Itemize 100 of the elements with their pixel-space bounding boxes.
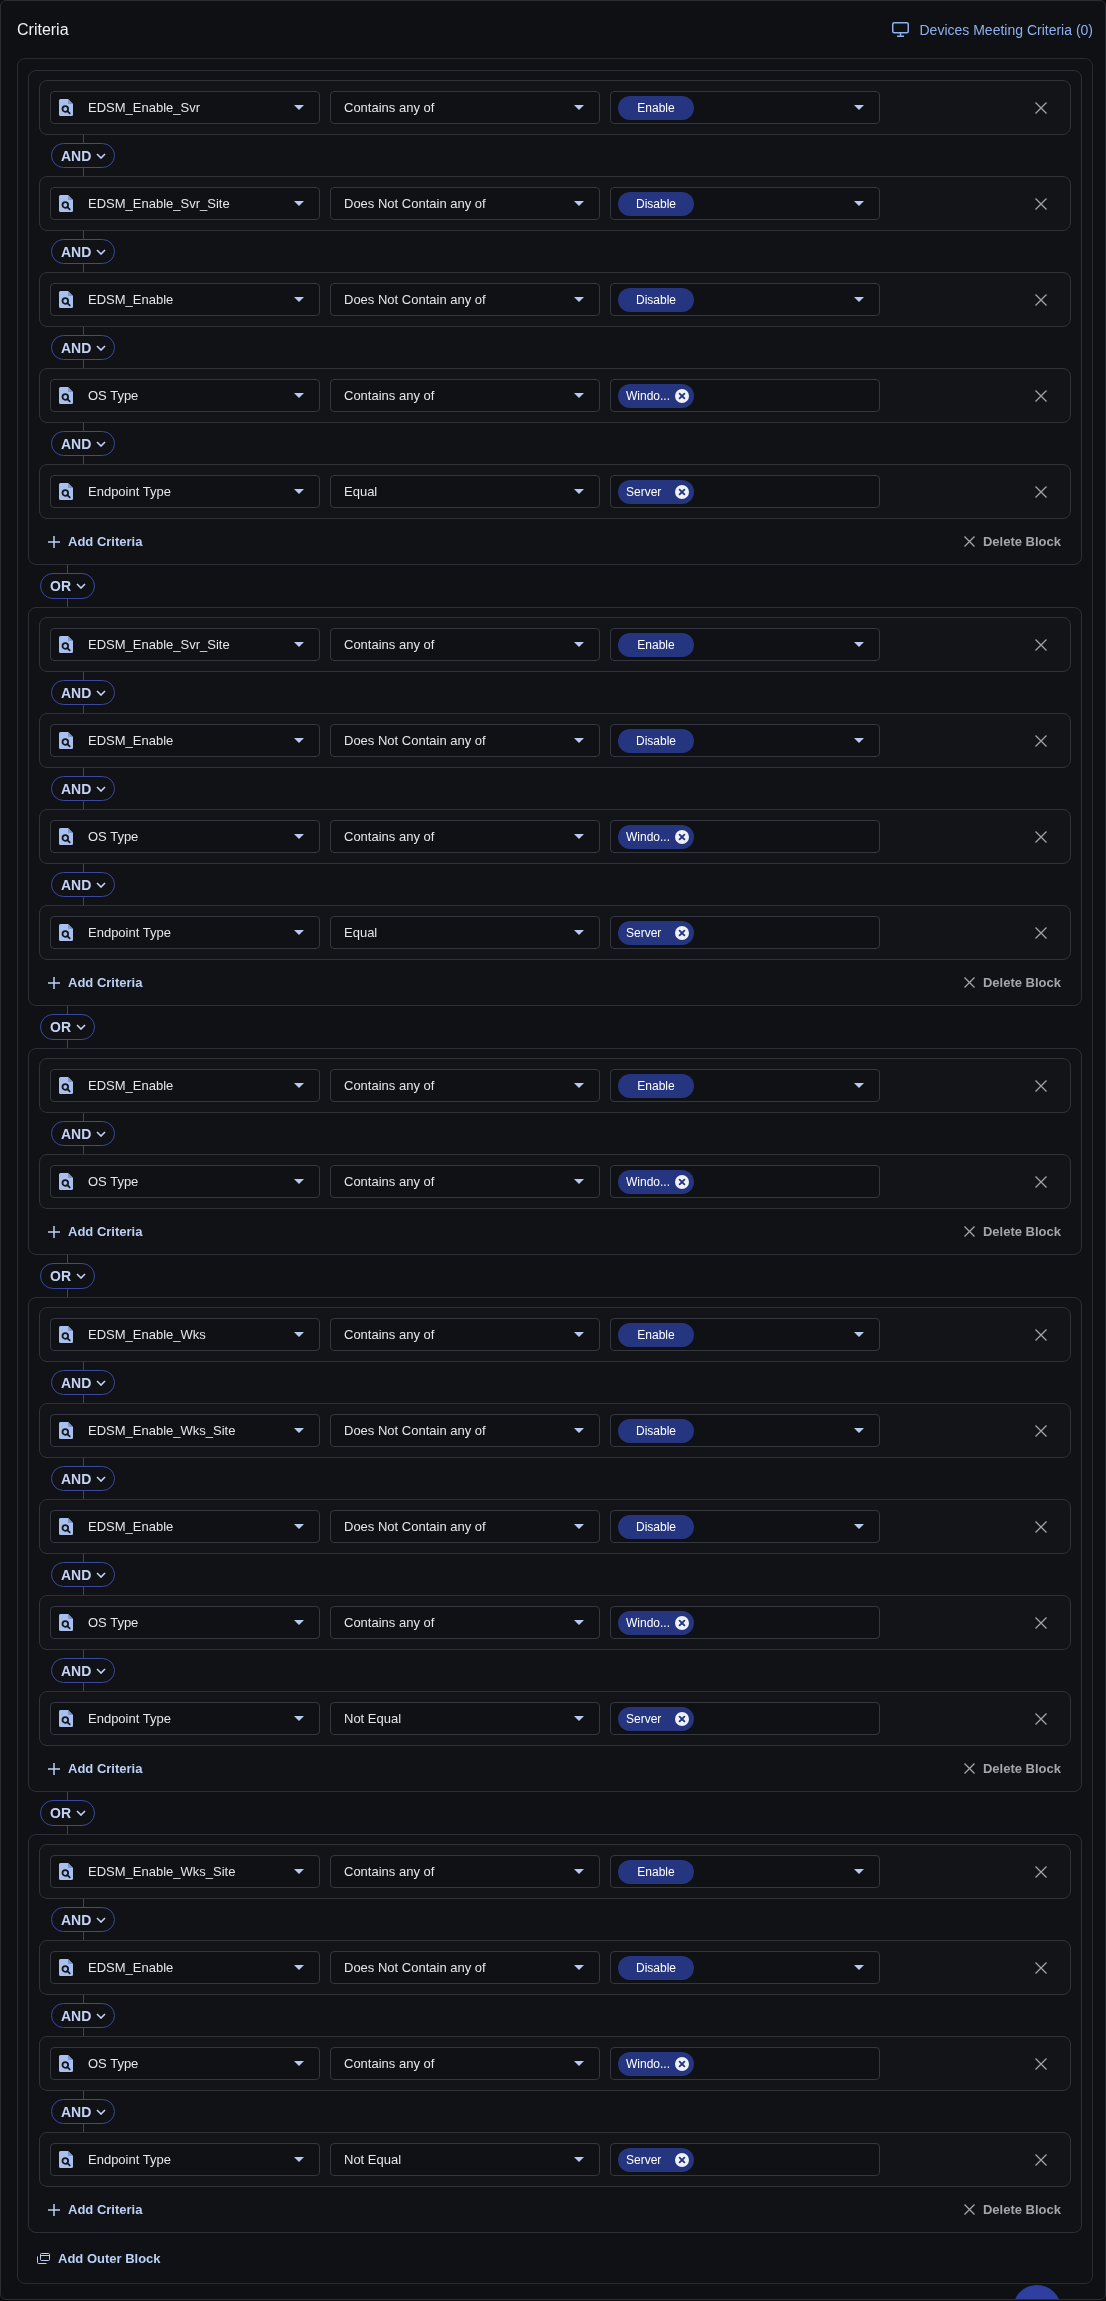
value-select[interactable]: Server — [610, 1702, 880, 1735]
operator-select[interactable]: Not Equal — [330, 1702, 600, 1735]
operator-select[interactable]: Contains any of — [330, 1855, 600, 1888]
value-select[interactable]: Disable — [610, 1510, 880, 1543]
close-icon — [1035, 734, 1047, 747]
value-select[interactable]: Enable — [610, 1855, 880, 1888]
document-search-icon — [59, 1614, 73, 1631]
delete-block-button[interactable]: Delete Block — [963, 1761, 1061, 1776]
field-select[interactable]: EDSM_Enable_Wks_Site — [50, 1855, 320, 1888]
operator-select[interactable]: Does Not Contain any of — [330, 1951, 600, 1984]
value-select[interactable]: Windo... — [610, 1606, 880, 1639]
caret-icon — [574, 201, 584, 206]
value-select[interactable]: Enable — [610, 628, 880, 661]
operator-select[interactable]: Contains any of — [330, 820, 600, 853]
operator-select[interactable]: Equal — [330, 475, 600, 508]
value-select[interactable]: Server — [610, 916, 880, 949]
value-tag[interactable]: Windo... — [618, 2051, 694, 2076]
field-select[interactable]: Endpoint Type — [50, 1702, 320, 1735]
operator-select[interactable]: Contains any of — [330, 379, 600, 412]
operator-select[interactable]: Contains any of — [330, 2047, 600, 2080]
delete-block-button[interactable]: Delete Block — [963, 2202, 1061, 2217]
operator-select[interactable]: Does Not Contain any of — [330, 1510, 600, 1543]
value-select[interactable]: Server — [610, 475, 880, 508]
operator-select[interactable]: Does Not Contain any of — [330, 724, 600, 757]
close-circle-icon[interactable] — [675, 388, 689, 403]
value-select[interactable]: Disable — [610, 1951, 880, 1984]
value-tag[interactable]: Windo... — [618, 1169, 694, 1194]
operator-select[interactable]: Does Not Contain any of — [330, 187, 600, 220]
delete-block-button[interactable]: Delete Block — [963, 1224, 1061, 1239]
value-tag[interactable]: Server — [618, 1706, 694, 1731]
value-select[interactable]: Windo... — [610, 820, 880, 853]
field-select[interactable]: EDSM_Enable_Svr — [50, 91, 320, 124]
value-select[interactable]: Enable — [610, 1318, 880, 1351]
close-circle-icon[interactable] — [675, 1711, 689, 1726]
field-select[interactable]: OS Type — [50, 1165, 320, 1198]
value-tag[interactable]: Server — [618, 2147, 694, 2172]
value-select[interactable]: Disable — [610, 187, 880, 220]
field-select[interactable]: EDSM_Enable — [50, 1510, 320, 1543]
caret-icon — [574, 1620, 584, 1625]
field-select[interactable]: EDSM_Enable_Wks_Site — [50, 1414, 320, 1447]
add-outer-block-button[interactable]: Add Outer Block — [37, 2243, 161, 2273]
value-tag[interactable]: Windo... — [618, 1610, 694, 1635]
operator-select[interactable]: Contains any of — [330, 1606, 600, 1639]
delete-block-button[interactable]: Delete Block — [963, 975, 1061, 990]
operator-select[interactable]: Does Not Contain any of — [330, 283, 600, 316]
close-circle-icon[interactable] — [675, 925, 689, 940]
value-select[interactable]: Enable — [610, 91, 880, 124]
connector-line — [67, 599, 68, 607]
operator-select[interactable]: Not Equal — [330, 2143, 600, 2176]
devices-meeting-criteria-link[interactable]: Devices Meeting Criteria (0) — [891, 21, 1093, 38]
close-circle-icon[interactable] — [675, 1615, 689, 1630]
value-select[interactable]: Disable — [610, 1414, 880, 1447]
add-criteria-button[interactable]: Add Criteria — [48, 2202, 143, 2217]
field-select[interactable]: OS Type — [50, 2047, 320, 2080]
connector-line — [82, 1587, 84, 1595]
value-select[interactable]: Disable — [610, 283, 880, 316]
value-select[interactable]: Windo... — [610, 2047, 880, 2080]
value-tag[interactable]: Server — [618, 920, 694, 945]
field-select[interactable]: Endpoint Type — [50, 916, 320, 949]
close-circle-icon[interactable] — [675, 2152, 689, 2167]
field-select[interactable]: OS Type — [50, 820, 320, 853]
delete-block-button[interactable]: Delete Block — [963, 534, 1061, 549]
connector-line — [82, 168, 84, 176]
caret-icon — [574, 1524, 584, 1529]
value-select[interactable]: Windo... — [610, 1165, 880, 1198]
add-criteria-button[interactable]: Add Criteria — [48, 975, 143, 990]
field-select[interactable]: EDSM_Enable — [50, 1951, 320, 1984]
value-select[interactable]: Windo... — [610, 379, 880, 412]
field-select[interactable]: Endpoint Type — [50, 475, 320, 508]
value-tag[interactable]: Server — [618, 479, 694, 504]
value-select[interactable]: Server — [610, 2143, 880, 2176]
field-select[interactable]: EDSM_Enable — [50, 283, 320, 316]
add-criteria-button[interactable]: Add Criteria — [48, 1224, 143, 1239]
field-select[interactable]: EDSM_Enable — [50, 1069, 320, 1102]
close-circle-icon[interactable] — [675, 829, 689, 844]
field-select[interactable]: OS Type — [50, 379, 320, 412]
operator-select[interactable]: Contains any of — [330, 628, 600, 661]
add-criteria-button[interactable]: Add Criteria — [48, 534, 143, 549]
field-select[interactable]: Endpoint Type — [50, 2143, 320, 2176]
operator-select[interactable]: Equal — [330, 916, 600, 949]
field-select[interactable]: EDSM_Enable_Svr_Site — [50, 628, 320, 661]
close-icon — [1035, 101, 1047, 114]
field-select[interactable]: EDSM_Enable_Wks — [50, 1318, 320, 1351]
close-circle-icon[interactable] — [675, 2056, 689, 2071]
field-select[interactable]: EDSM_Enable_Svr_Site — [50, 187, 320, 220]
field-select[interactable]: EDSM_Enable — [50, 724, 320, 757]
field-select[interactable]: OS Type — [50, 1606, 320, 1639]
operator-select[interactable]: Contains any of — [330, 91, 600, 124]
value-tag[interactable]: Windo... — [618, 383, 694, 408]
operator-select[interactable]: Contains any of — [330, 1318, 600, 1351]
operator-select[interactable]: Contains any of — [330, 1069, 600, 1102]
value-select[interactable]: Enable — [610, 1069, 880, 1102]
close-circle-icon[interactable] — [675, 1174, 689, 1189]
value-tag[interactable]: Windo... — [618, 824, 694, 849]
operator-select[interactable]: Contains any of — [330, 1165, 600, 1198]
close-circle-icon[interactable] — [675, 484, 689, 499]
connector-line — [82, 135, 84, 143]
operator-select[interactable]: Does Not Contain any of — [330, 1414, 600, 1447]
value-select[interactable]: Disable — [610, 724, 880, 757]
add-criteria-button[interactable]: Add Criteria — [48, 1761, 143, 1776]
